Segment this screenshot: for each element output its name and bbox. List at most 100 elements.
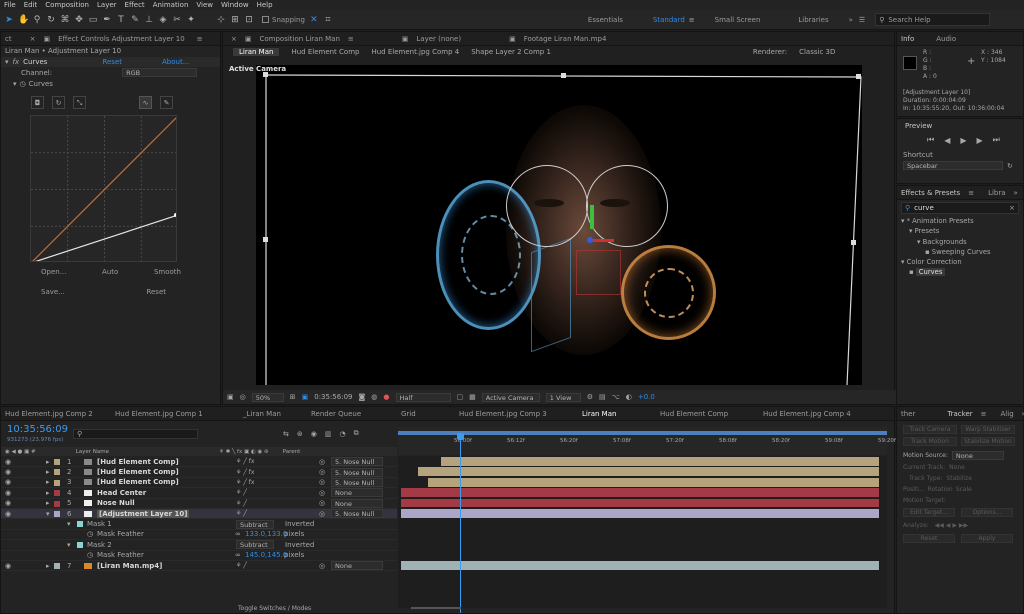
work-area-bar[interactable] xyxy=(398,431,887,435)
tab-align[interactable]: Alig xyxy=(1001,410,1014,418)
fx-icon[interactable]: fx xyxy=(13,58,20,66)
tl-tab[interactable]: Hud Element.jpg Comp 3 xyxy=(459,410,582,418)
exposure-value[interactable]: +0.0 xyxy=(638,393,655,401)
menu-edit[interactable]: Edit xyxy=(24,1,38,9)
track-motion-button[interactable]: Track Motion xyxy=(903,437,957,446)
frame-handle[interactable] xyxy=(561,73,566,78)
zoom-select[interactable]: 50% xyxy=(251,392,284,402)
local-axis-icon[interactable]: ⊹ xyxy=(216,15,226,25)
snapshot-icon[interactable]: ◙ xyxy=(359,393,366,401)
preset-tree-item[interactable]: ▪ Sweeping Curves xyxy=(901,247,1023,257)
expand-mask-icon[interactable]: ▾ xyxy=(67,541,71,549)
mask-name[interactable]: Mask 1 xyxy=(87,520,112,528)
layer-row[interactable]: ◉ ▸ 3 [Hud Element Comp] ⚘ ╱ fx ◎ 5. Nose Null xyxy=(1,477,397,489)
eraser-icon[interactable]: ◈ xyxy=(158,15,168,25)
curves-graph[interactable] xyxy=(30,115,177,262)
overflow-icon[interactable]: » xyxy=(1014,189,1018,197)
frame-blend-icon[interactable]: ▥ xyxy=(325,430,332,438)
stopwatch-icon[interactable]: ◷ xyxy=(20,80,26,88)
layer-switches-icon[interactable]: ⚘ ╱ xyxy=(236,489,247,496)
expand-layer-icon[interactable]: ▾ xyxy=(46,510,50,518)
options-button[interactable]: Options... xyxy=(961,508,1013,517)
tracker-reset-button[interactable]: Reset xyxy=(903,534,955,543)
curves-save-button[interactable]: Save... xyxy=(41,288,65,296)
snapping-checkbox[interactable] xyxy=(262,16,269,23)
label-color-swatch[interactable] xyxy=(54,490,60,497)
layer-switches-icon[interactable]: ⚘ ╱ xyxy=(236,562,247,569)
menu-composition[interactable]: Composition xyxy=(45,1,89,9)
snap-edges-icon[interactable]: ⌗ xyxy=(323,15,333,25)
label-color-swatch[interactable] xyxy=(54,562,60,569)
region-of-interest-icon[interactable]: ▢ xyxy=(457,393,464,401)
tab-info[interactable]: Info xyxy=(901,35,914,43)
motion-source-select[interactable]: None xyxy=(951,451,1004,460)
layer-name[interactable]: Nose Null xyxy=(97,499,135,507)
mask-feather-value[interactable]: 133.0,133.0 xyxy=(245,530,287,538)
tl-tab-active[interactable]: Liran Man xyxy=(582,410,660,418)
selection-tool-icon[interactable]: ➤ xyxy=(4,15,14,25)
workspace-menu-icon[interactable]: ≡ xyxy=(689,16,695,24)
panel-menu-icon[interactable]: ≡ xyxy=(197,35,203,43)
fast-preview-icon[interactable]: ⚙ xyxy=(587,393,593,401)
tab-audio[interactable]: Audio xyxy=(936,35,956,43)
next-frame-icon[interactable]: ▶ xyxy=(977,136,983,145)
always-preview-icon[interactable]: ▣ xyxy=(227,393,234,401)
mask-row[interactable]: ▾ Mask 1 Subtract Inverted xyxy=(1,519,397,530)
visibility-eye-icon[interactable]: ◉ xyxy=(5,468,11,476)
expand-layer-icon[interactable]: ▸ xyxy=(46,489,50,497)
playhead-handle[interactable] xyxy=(457,433,464,440)
curves-auto-button[interactable]: Auto xyxy=(102,268,118,276)
first-frame-icon[interactable]: ⏮ xyxy=(927,135,934,145)
stopwatch-icon[interactable]: ◷ xyxy=(87,530,93,538)
parent-pickwhip-icon[interactable]: ◎ xyxy=(319,510,325,518)
parent-pickwhip-icon[interactable]: ◎ xyxy=(319,562,325,570)
comp-subtab-liran-man[interactable]: Liran Man xyxy=(233,48,280,56)
analyze-controls-icon[interactable]: ◀◀ ◀ ▶ ▶▶ xyxy=(935,522,968,529)
label-color-swatch[interactable] xyxy=(54,459,60,465)
visibility-eye-icon[interactable]: ◉ xyxy=(5,510,11,518)
current-track-value[interactable]: None xyxy=(949,464,965,471)
layer-name[interactable]: [Hud Element Comp] xyxy=(97,468,179,476)
comp-subtab-hud[interactable]: Hud Element Comp xyxy=(291,48,359,56)
loop-icon[interactable]: ↻ xyxy=(1007,162,1013,170)
parent-select[interactable]: 5. Nose Null xyxy=(331,467,383,477)
layer-row[interactable]: ◉ ▸ 5 Nose Null ⚘ ╱ ◎ None xyxy=(1,498,397,509)
parent-select[interactable]: 5. Nose Null xyxy=(331,477,383,487)
label-color-swatch[interactable] xyxy=(54,510,60,517)
play-icon[interactable]: ▶ xyxy=(960,136,966,145)
menu-view[interactable]: View xyxy=(196,1,213,9)
parent-pickwhip-icon[interactable]: ◎ xyxy=(319,489,325,497)
panel-menu-icon[interactable]: ≡ xyxy=(348,35,354,43)
workspace-essentials[interactable]: Essentials xyxy=(588,16,623,24)
layer-row[interactable]: ◉ ▸ 2 [Hud Element Comp] ⚘ ╱ fx ◎ 5. Nose Null xyxy=(1,467,397,478)
tl-tab[interactable]: _Liran Man xyxy=(243,410,311,418)
layer-row[interactable]: ◉ ▸ 4 Head Center ⚘ ╱ ◎ None xyxy=(1,488,397,499)
pan-behind-tool-icon[interactable]: ✥ xyxy=(74,15,84,25)
curves-reset-button[interactable]: Reset xyxy=(146,288,166,296)
flowchart-icon[interactable]: ⌥ xyxy=(612,393,620,401)
effect-reset-button[interactable]: Reset xyxy=(102,58,122,66)
label-color-swatch[interactable] xyxy=(54,479,60,486)
layer-switches-icon[interactable]: ⚘ ╱ fx xyxy=(236,469,254,476)
tl-tab[interactable]: Hud Element.jpg Comp 1 xyxy=(115,410,243,418)
tab-effect-controls[interactable]: Effect Controls Adjustment Layer 10 xyxy=(58,35,185,43)
view-axis-icon[interactable]: ⊡ xyxy=(244,15,254,25)
close-icon[interactable]: × xyxy=(231,35,237,43)
effects-search-input[interactable]: curve xyxy=(914,204,934,212)
layer-name[interactable]: [Hud Element Comp] xyxy=(97,478,179,486)
workspace-standard[interactable]: Standard xyxy=(653,16,685,24)
tab-tracker[interactable]: Tracker xyxy=(947,410,972,418)
menu-effect[interactable]: Effect xyxy=(125,1,145,9)
expand-layer-icon[interactable]: ▸ xyxy=(46,562,50,570)
tracker-apply-button[interactable]: Apply xyxy=(961,534,1013,543)
parent-pickwhip-icon[interactable]: ◎ xyxy=(319,499,325,507)
frame-handle[interactable] xyxy=(263,237,268,242)
curve-pencil-icon[interactable]: ✎ xyxy=(160,95,173,109)
curves-expand-icon[interactable]: ▾ xyxy=(13,80,17,88)
tab-prefix[interactable]: ther xyxy=(901,410,915,418)
curve-resize-icon[interactable]: ⤡ xyxy=(73,95,86,109)
visibility-eye-icon[interactable]: ◉ xyxy=(5,499,11,507)
expand-layer-icon[interactable]: ▸ xyxy=(46,478,50,486)
search-help[interactable]: ⚲ Search Help xyxy=(875,13,991,26)
preset-tree-item[interactable]: ▾ Backgrounds xyxy=(901,237,1023,247)
